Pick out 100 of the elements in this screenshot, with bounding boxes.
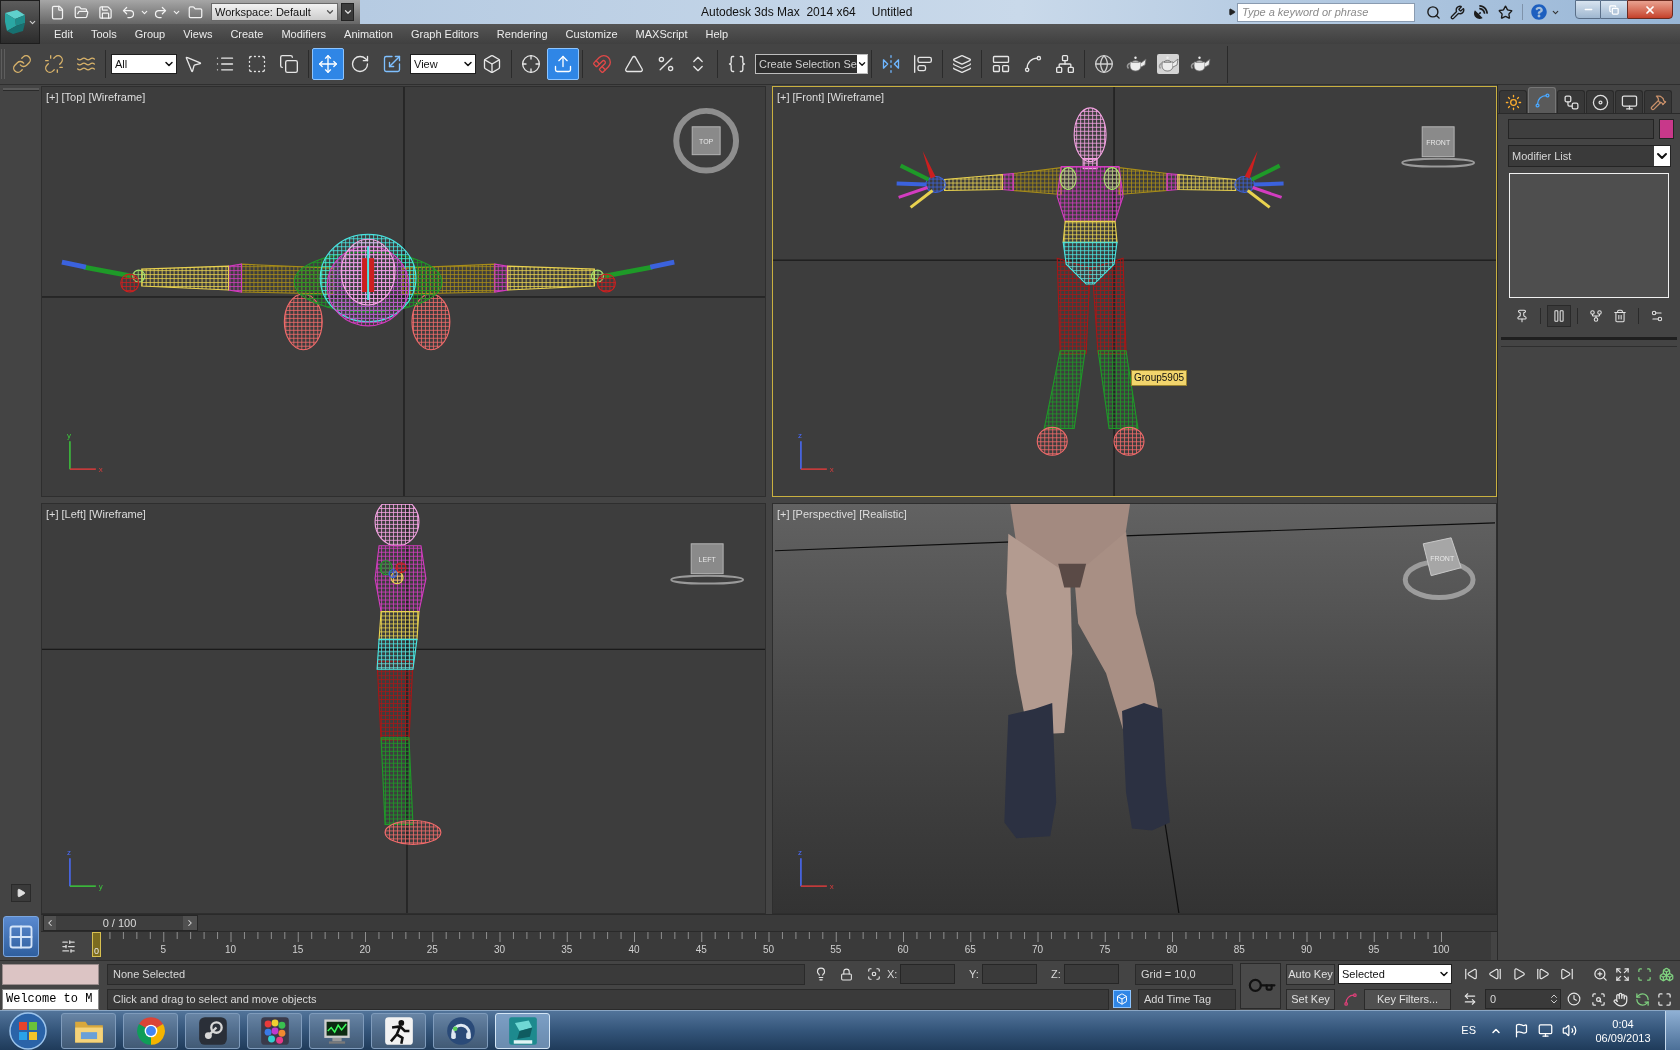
wireframe-figure-drawing[interactable]	[374, 504, 442, 845]
viewport-menu-label[interactable]: [Realistic]	[859, 506, 907, 523]
menu-item[interactable]: Group	[125, 24, 175, 44]
coordinate-field[interactable]	[982, 964, 1037, 984]
satellite-dish-icon	[1474, 5, 1488, 19]
spinner-arrows-icon	[1548, 993, 1560, 1005]
wireframe-figure-drawing[interactable]	[61, 233, 675, 351]
coordinate-field[interactable]	[1064, 964, 1119, 984]
color-dots-icon	[259, 1015, 290, 1046]
modifier-stack-list[interactable]	[1509, 173, 1669, 298]
caret-right-icon	[1228, 8, 1236, 16]
search-field[interactable]: Type a keyword or phrase	[1237, 2, 1415, 22]
auto-key-button[interactable]: Auto Key	[1286, 963, 1335, 985]
viewport-menu-label[interactable]: [+]	[777, 89, 790, 106]
current-frame-spinner[interactable]: 0	[1485, 989, 1561, 1009]
motion-tab[interactable]	[1586, 90, 1614, 113]
menu-item[interactable]: Tools	[81, 24, 126, 44]
box-icon	[482, 54, 502, 74]
help-button[interactable]	[1528, 2, 1550, 22]
object-name-field[interactable]	[1508, 119, 1654, 139]
time-slider-track[interactable]: 0 / 100	[41, 914, 1497, 932]
current-frame-marker[interactable]: 0	[92, 932, 101, 957]
select-and-move-button[interactable]	[312, 48, 344, 80]
rotate-arrow-icon	[350, 54, 370, 74]
close-button[interactable]	[1627, 0, 1673, 19]
caret-icon	[325, 7, 335, 17]
expand-track-bar-button[interactable]	[10, 884, 31, 902]
customize-toolbar-button[interactable]	[341, 3, 354, 21]
key-filters-button[interactable]: Key Filters...	[1364, 988, 1451, 1010]
headset-icon	[445, 1015, 476, 1046]
viewport-menu-label[interactable]: [Wireframe]	[827, 89, 885, 106]
frame-number: 20	[359, 944, 371, 956]
menu-item[interactable]: Help	[696, 24, 738, 44]
object-color-swatch[interactable]	[1659, 119, 1674, 139]
menu-item[interactable]: Rendering	[487, 24, 557, 44]
maxscript-input-field[interactable]	[2, 963, 99, 985]
folder-icon	[187, 4, 203, 20]
minimize-button[interactable]	[1575, 0, 1601, 19]
viewport-menu-label[interactable]: [Top]	[61, 89, 86, 106]
modifier-list-dropdown[interactable]: Modifier List	[1508, 145, 1671, 167]
caret-icon	[856, 55, 867, 73]
application-menu-button[interactable]	[0, 0, 40, 44]
frame-number: 40	[628, 944, 640, 956]
viewport-menu-label[interactable]: [Wireframe]	[88, 89, 146, 106]
menu-item[interactable]: Create	[221, 24, 273, 44]
create-tab[interactable]	[1499, 90, 1527, 113]
key-mode-dropdown[interactable]: Selected	[1338, 964, 1452, 984]
shaded-legs-drawing[interactable]	[1004, 504, 1170, 839]
play-icon	[1512, 967, 1526, 981]
menu-item[interactable]: Modifiers	[272, 24, 336, 44]
set-key-button[interactable]: Set Key	[1286, 988, 1335, 1010]
utilities-tab[interactable]	[1644, 90, 1672, 113]
taskbar-app-button[interactable]	[371, 1012, 426, 1049]
show-end-result-button[interactable]	[1547, 305, 1571, 327]
selection-filter-dropdown[interactable]: All	[111, 54, 177, 74]
listener-output-field[interactable]: Welcome to M	[2, 988, 99, 1010]
viewport-menu-label[interactable]: [+]	[46, 506, 59, 523]
menu-item[interactable]: MAXScript	[626, 24, 697, 44]
menu-item[interactable]: Edit	[45, 24, 82, 44]
keyboard-shortcut-override-button[interactable]	[547, 48, 579, 80]
align-icon	[913, 54, 933, 74]
menu-item[interactable]: Animation	[335, 24, 402, 44]
viewport-menu-label[interactable]: [+]	[777, 506, 790, 523]
workspace-dropdown[interactable]: Workspace: Default	[211, 3, 338, 21]
restore-button[interactable]	[1601, 0, 1627, 19]
show-desktop-button[interactable]	[1665, 1010, 1680, 1050]
taskbar-app-button[interactable]	[247, 1012, 302, 1049]
wireframe-figure-drawing[interactable]	[896, 107, 1284, 456]
clock-button[interactable]: 0:04 06/09/2013	[1589, 1012, 1657, 1049]
play-triangle-icon	[15, 888, 26, 898]
taskbar-app-button[interactable]	[185, 1012, 240, 1049]
coordinate-label: Z:	[1051, 966, 1062, 982]
menu-item[interactable]: Customize	[556, 24, 627, 44]
reference-coordinate-dropdown[interactable]: View	[410, 54, 476, 74]
viewport-layout-tab[interactable]	[2, 916, 39, 957]
clock-date: 06/09/2013	[1595, 1030, 1651, 1045]
display-tab[interactable]	[1615, 90, 1643, 113]
teapot-icon	[1157, 54, 1179, 74]
circular-arrows-icon	[1634, 991, 1650, 1007]
viewport-menu-label[interactable]: [Perspective]	[792, 506, 857, 523]
viewport-menu-label[interactable]: [Wireframe]	[89, 506, 146, 523]
time-slider-thumb[interactable]: 0 / 100	[43, 915, 198, 931]
named-selection-field[interactable]: Create Selection Se	[755, 54, 868, 74]
taskbar-app-button[interactable]	[309, 1012, 364, 1049]
time-tag-button[interactable]: Add Time Tag	[1138, 988, 1236, 1010]
maximize-icon	[1656, 991, 1672, 1007]
adaptive-degradation-button[interactable]	[1113, 990, 1131, 1008]
viewport-menu-label[interactable]: [Left]	[61, 506, 86, 523]
taskbar-app-button[interactable]	[433, 1012, 488, 1049]
menu-item[interactable]: Graph Editors	[401, 24, 488, 44]
hierarchy-tab[interactable]	[1557, 90, 1585, 113]
input-language-indicator[interactable]: ES	[1461, 1022, 1476, 1039]
viewport-menu-label[interactable]: [+]	[46, 89, 59, 106]
chevron-right-icon	[185, 918, 195, 928]
curve-icon	[1342, 991, 1358, 1007]
crosshair-icon	[521, 54, 541, 74]
step-back-icon	[1488, 967, 1502, 981]
viewport-menu-label[interactable]: [Front]	[792, 89, 825, 106]
coordinate-field[interactable]	[900, 964, 955, 984]
menu-item[interactable]: Views	[174, 24, 222, 44]
